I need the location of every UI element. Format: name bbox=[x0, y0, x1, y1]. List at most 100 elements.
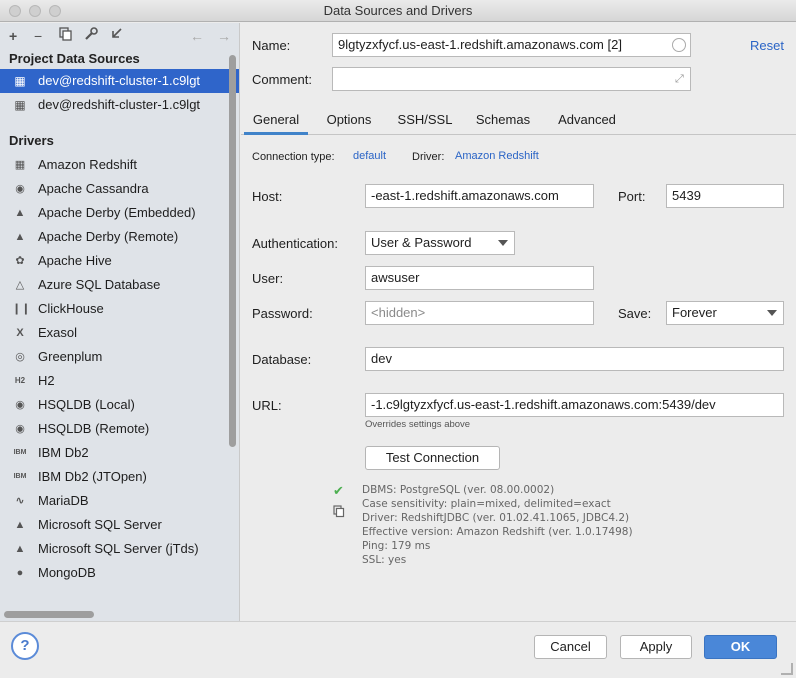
host-input[interactable]: -east-1.redshift.amazonaws.com bbox=[365, 184, 594, 208]
duplicate-icon[interactable] bbox=[59, 27, 73, 45]
hsqldb-icon: ◉ bbox=[15, 423, 25, 435]
apply-button[interactable]: Apply bbox=[620, 635, 692, 659]
driver-item-label: HSQLDB (Local) bbox=[38, 397, 135, 412]
tab-bar: General Options SSH/SSL Schemas Advanced bbox=[241, 107, 796, 135]
url-label: URL: bbox=[252, 398, 282, 413]
driver-item-greenplum[interactable]: ◎ Greenplum bbox=[0, 345, 239, 369]
driver-item-label: HSQLDB (Remote) bbox=[38, 421, 150, 436]
user-label: User: bbox=[252, 271, 284, 286]
name-input-value: 9lgtyzxfycf.us-east-1.redshift.amazonaws… bbox=[338, 37, 622, 52]
driver-item-mariadb[interactable]: ∿ MariaDB bbox=[0, 489, 239, 513]
cancel-button[interactable]: Cancel bbox=[534, 635, 607, 659]
forward-arrow-icon[interactable]: → bbox=[217, 27, 231, 45]
authentication-label: Authentication: bbox=[252, 236, 339, 251]
driver-item-label: Greenplum bbox=[38, 349, 103, 364]
driver-item-apache-derby-embedded[interactable]: ▲ Apache Derby (Embedded) bbox=[0, 201, 239, 225]
tab-options[interactable]: Options bbox=[318, 107, 380, 135]
tab-general[interactable]: General bbox=[244, 107, 308, 135]
sidebar-horizontal-scrollbar[interactable] bbox=[4, 611, 94, 618]
driver-item-sql-server-jtds[interactable]: ▲ Microsoft SQL Server (jTds) bbox=[0, 537, 239, 561]
tab-advanced[interactable]: Advanced bbox=[550, 107, 624, 135]
driver-item-hsqldb-local[interactable]: ◉ HSQLDB (Local) bbox=[0, 393, 239, 417]
driver-item-apache-hive[interactable]: ✿ Apache Hive bbox=[0, 249, 239, 273]
remove-icon[interactable]: − bbox=[34, 27, 42, 45]
driver-item-label: Exasol bbox=[38, 325, 78, 340]
driver-link[interactable]: Amazon Redshift bbox=[455, 150, 539, 162]
test-connection-button[interactable]: Test Connection bbox=[365, 446, 500, 470]
url-hint: Overrides settings above bbox=[365, 419, 471, 430]
azure-icon: △ bbox=[15, 279, 25, 291]
driver-item-apache-derby-remote[interactable]: ▲ Apache Derby (Remote) bbox=[0, 225, 239, 249]
driver-item-azure-sql[interactable]: △ Azure SQL Database bbox=[0, 273, 239, 297]
resize-grip-icon[interactable] bbox=[781, 663, 793, 675]
minimize-window-button[interactable] bbox=[29, 5, 41, 17]
sidebar-vertical-scrollbar[interactable] bbox=[229, 55, 236, 447]
save-select-value: Forever bbox=[672, 305, 717, 320]
status-line: Case sensitivity: plain=mixed, delimited… bbox=[362, 498, 611, 510]
driver-item-label: MariaDB bbox=[38, 493, 89, 508]
tab-ssh-ssl[interactable]: SSH/SSL bbox=[392, 107, 458, 135]
project-item[interactable]: ▦ dev@redshift-cluster-1.c9lgt bbox=[0, 93, 239, 117]
driver-item-exasol[interactable]: X Exasol bbox=[0, 321, 239, 345]
password-input[interactable]: <hidden> bbox=[365, 301, 594, 325]
jump-to-source-icon[interactable] bbox=[109, 27, 123, 45]
name-label: Name: bbox=[252, 38, 291, 53]
close-window-button[interactable] bbox=[9, 5, 21, 17]
driver-item-hsqldb-remote[interactable]: ◉ HSQLDB (Remote) bbox=[0, 417, 239, 441]
database-label: Database: bbox=[252, 352, 312, 367]
checkmark-icon: ✔ bbox=[333, 483, 344, 498]
port-input[interactable]: 5439 bbox=[666, 184, 784, 208]
copy-icon[interactable] bbox=[333, 505, 345, 521]
driver-item-apache-cassandra[interactable]: ◉ Apache Cassandra bbox=[0, 177, 239, 201]
driver-item-ibm-db2-jtopen[interactable]: IBM IBM Db2 (JTOpen) bbox=[0, 465, 239, 489]
driver-item-h2[interactable]: H2 H2 bbox=[0, 369, 239, 393]
ibm-icon: IBM bbox=[13, 449, 27, 456]
mariadb-icon: ∿ bbox=[15, 495, 25, 507]
database-input[interactable]: dev bbox=[365, 347, 784, 371]
url-input[interactable]: -1.c9lgtyzxfycf.us-east-1.redshift.amazo… bbox=[365, 393, 784, 417]
driver-item-label: Microsoft SQL Server (jTds) bbox=[38, 541, 199, 556]
dialog-footer: ? Cancel Apply OK bbox=[0, 621, 796, 678]
back-arrow-icon[interactable]: ← bbox=[190, 27, 204, 45]
h2-icon: H2 bbox=[14, 376, 26, 385]
sidebar-toolbar: + − ← → bbox=[0, 23, 239, 49]
wrench-icon[interactable] bbox=[84, 27, 98, 45]
connection-status: DBMS: PostgreSQL (ver. 08.00.0002) Case … bbox=[362, 483, 633, 567]
sqlserver-icon: ▲ bbox=[14, 543, 26, 555]
ibm-icon: IBM bbox=[13, 473, 27, 480]
sqlserver-icon: ▲ bbox=[14, 519, 26, 531]
driver-item-label: IBM Db2 bbox=[38, 445, 89, 460]
driver-item-label: Azure SQL Database bbox=[38, 277, 161, 292]
project-item[interactable]: ▦ dev@redshift-cluster-1.c9lgt bbox=[0, 69, 239, 93]
ok-button[interactable]: OK bbox=[704, 635, 777, 659]
driver-item-clickhouse[interactable]: ❙❙ ClickHouse bbox=[0, 297, 239, 321]
save-label: Save: bbox=[618, 306, 652, 321]
authentication-select[interactable]: User & Password bbox=[365, 231, 515, 255]
driver-item-label: Microsoft SQL Server bbox=[38, 517, 162, 532]
reset-link[interactable]: Reset bbox=[750, 38, 784, 53]
driver-item-label: ClickHouse bbox=[38, 301, 104, 316]
title-bar: Data Sources and Drivers bbox=[0, 0, 796, 22]
name-input[interactable]: 9lgtyzxfycf.us-east-1.redshift.amazonaws… bbox=[332, 33, 691, 57]
derby-icon: ▲ bbox=[14, 231, 26, 243]
help-button[interactable]: ? bbox=[11, 632, 39, 660]
expand-icon[interactable]: ⤢ bbox=[675, 73, 684, 86]
driver-item-ibm-db2[interactable]: IBM IBM Db2 bbox=[0, 441, 239, 465]
zoom-window-button[interactable] bbox=[49, 5, 61, 17]
host-label: Host: bbox=[252, 189, 283, 204]
color-circle-icon[interactable] bbox=[672, 38, 686, 52]
driver-item-amazon-redshift[interactable]: ▦ Amazon Redshift bbox=[0, 153, 239, 177]
comment-input[interactable] bbox=[332, 67, 691, 91]
redshift-icon: ▦ bbox=[14, 74, 26, 88]
project-item-label: dev@redshift-cluster-1.c9lgt bbox=[38, 97, 201, 112]
driver-item-sql-server[interactable]: ▲ Microsoft SQL Server bbox=[0, 513, 239, 537]
password-label: Password: bbox=[252, 306, 313, 321]
connection-type-label: Connection type: bbox=[252, 151, 335, 163]
status-line: DBMS: PostgreSQL (ver. 08.00.0002) bbox=[362, 484, 555, 496]
save-select[interactable]: Forever bbox=[666, 301, 784, 325]
user-input[interactable]: awsuser bbox=[365, 266, 594, 290]
connection-type-link[interactable]: default bbox=[353, 150, 386, 162]
driver-item-mongodb[interactable]: ● MongoDB bbox=[0, 561, 239, 585]
tab-schemas[interactable]: Schemas bbox=[470, 107, 536, 135]
add-icon[interactable]: + bbox=[9, 27, 17, 45]
